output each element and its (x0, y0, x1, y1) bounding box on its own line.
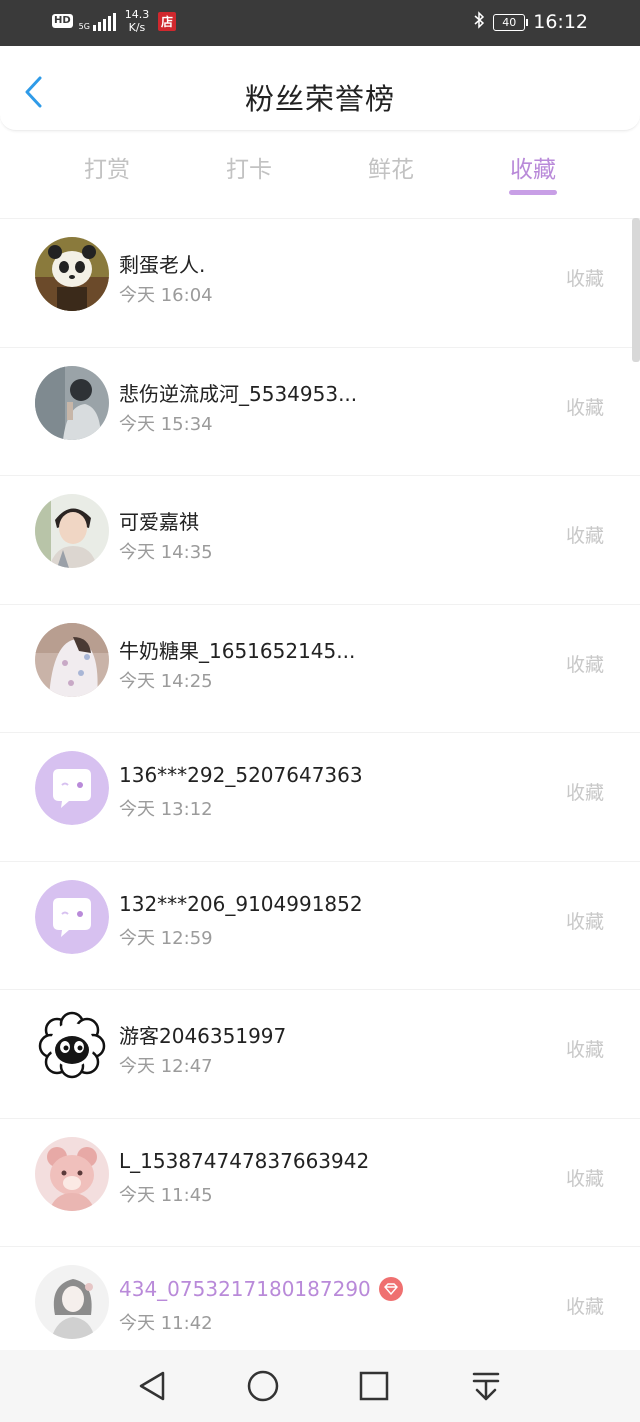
list-item[interactable]: 悲伤逆流成河_5534953... 今天 15:34 收藏 (0, 346, 640, 476)
home-circle-icon[interactable] (246, 1369, 280, 1403)
sketch-girl-avatar[interactable] (35, 1265, 109, 1339)
system-nav-bar (0, 1350, 640, 1422)
tab-bar: 打赏 打卡 鲜花 收藏 (0, 138, 640, 198)
fan-list: 剩蛋老人. 今天 16:04 收藏 悲伤逆流成河_5534953... 今天 1… (0, 218, 640, 1375)
action-label: 收藏 (565, 1296, 604, 1318)
list-item[interactable]: 可爱嘉祺 今天 14:35 收藏 (0, 475, 640, 604)
timestamp: 今天 14:35 (119, 542, 213, 563)
tab-reward[interactable]: 打赏 (52, 150, 162, 184)
username: 136***292_5207647363 (119, 763, 363, 787)
action-label: 收藏 (565, 653, 604, 676)
girl-avatar[interactable] (35, 622, 109, 697)
status-left: HD 5G 14.3 K/s 店 (52, 8, 176, 34)
action-label: 收藏 (565, 910, 604, 933)
action-label: 收藏 (565, 525, 604, 547)
bluetooth-icon (473, 11, 485, 33)
tab-checkin[interactable]: 打卡 (194, 150, 304, 184)
hd-badge: HD (52, 14, 73, 28)
scrollbar[interactable] (632, 218, 640, 362)
list-item[interactable]: L_153874747837663942 今天 11:45 收藏 (0, 1117, 640, 1247)
username: 悲伤逆流成河_5534953... (119, 381, 358, 406)
username-vip: 434_0753217180187290 (119, 1276, 403, 1303)
list-item[interactable]: 132***206_9104991852 今天 12:59 收藏 (0, 860, 640, 990)
header: 粉丝荣誉榜 (0, 46, 640, 131)
recents-square-icon[interactable] (357, 1369, 391, 1403)
network-speed: 14.3 K/s (124, 8, 150, 34)
panda-avatar[interactable] (35, 237, 109, 311)
shop-badge: 店 (157, 11, 176, 31)
action-label: 收藏 (565, 396, 604, 419)
bear-avatar[interactable] (35, 1136, 109, 1211)
list-item[interactable]: 136***292_5207647363 今天 13:12 收藏 (0, 732, 640, 861)
page-title: 粉丝荣誉榜 (244, 82, 395, 116)
tab-flowers[interactable]: 鲜花 (336, 150, 446, 184)
timestamp: 今天 13:12 (119, 799, 213, 820)
diamond-vip-icon (378, 1276, 403, 1301)
list-item[interactable]: 游客2046351997 今天 12:47 收藏 (0, 989, 640, 1118)
status-right: 40 16:12 (473, 11, 588, 33)
timestamp: 今天 11:45 (119, 1184, 213, 1206)
username: 游客2046351997 (119, 1024, 287, 1048)
list-item[interactable]: 剩蛋老人. 今天 16:04 收藏 (0, 218, 640, 347)
timestamp: 今天 14:25 (119, 670, 213, 692)
battery-icon: 40 (493, 13, 529, 31)
action-label: 收藏 (565, 782, 604, 804)
person-avatar[interactable] (35, 365, 109, 440)
active-tab-indicator (509, 190, 557, 195)
back-triangle-icon[interactable] (135, 1369, 169, 1403)
tab-favorites[interactable]: 收藏 (478, 150, 588, 184)
timestamp: 今天 16:04 (119, 285, 213, 306)
username: 434_0753217180187290 (119, 1277, 371, 1301)
sheep-avatar[interactable] (35, 1008, 109, 1082)
username: 剩蛋老人. (119, 253, 206, 277)
action-label: 收藏 (565, 1167, 604, 1190)
list-item[interactable]: 牛奶糖果_1651652145... 今天 14:25 收藏 (0, 603, 640, 733)
action-label: 收藏 (565, 268, 604, 290)
timestamp: 今天 12:47 (119, 1056, 213, 1077)
timestamp: 今天 12:59 (119, 927, 213, 949)
status-time: 16:12 (533, 11, 588, 33)
status-bar: HD 5G 14.3 K/s 店 40 16:12 (0, 0, 640, 46)
username: 可爱嘉祺 (119, 510, 199, 534)
boy-avatar[interactable] (35, 494, 109, 568)
username: L_153874747837663942 (119, 1148, 370, 1173)
signal-icon: 5G (79, 11, 116, 31)
notification-pulldown-icon[interactable] (469, 1369, 503, 1403)
username: 132***206_9104991852 (119, 891, 363, 916)
timestamp: 今天 11:42 (119, 1313, 213, 1334)
username: 牛奶糖果_1651652145... (119, 638, 356, 663)
timestamp: 今天 15:34 (119, 413, 213, 435)
default-chat-avatar[interactable] (35, 879, 109, 954)
action-label: 收藏 (565, 1039, 604, 1061)
default-chat-avatar[interactable] (35, 751, 109, 825)
